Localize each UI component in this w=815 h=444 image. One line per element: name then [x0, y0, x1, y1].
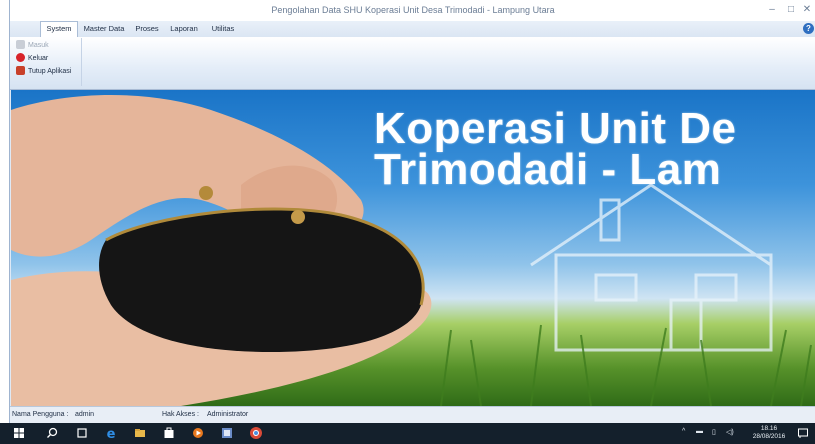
ribbon-tutup-aplikasi-label: Tutup Aplikasi	[28, 68, 72, 75]
app-icon[interactable]	[220, 426, 234, 440]
minimize-button[interactable]: –	[762, 2, 782, 18]
menu-system[interactable]: System	[40, 21, 78, 38]
clock-date: 28/08/2016	[752, 433, 786, 440]
start-icon[interactable]	[12, 426, 26, 440]
menu-proses[interactable]: Proses	[132, 22, 162, 36]
edge-icon[interactable]: e	[104, 426, 118, 440]
banner-line-1: Koperasi Unit De	[374, 104, 737, 153]
login-icon	[16, 40, 25, 49]
clock[interactable]: 18.16 28/08/2016	[745, 425, 793, 441]
status-access-value: Administrator	[207, 411, 249, 418]
explorer-icon[interactable]	[133, 426, 147, 440]
menu-bar: System Master Data Proses Laporan Utilit…	[10, 21, 815, 38]
chrome-icon[interactable]	[249, 426, 263, 440]
ribbon-tutup-aplikasi-button[interactable]: Tutup Aplikasi	[16, 66, 71, 78]
app-window: Pengolahan Data SHU Koperasi Unit Desa T…	[9, 0, 815, 424]
notification-icon[interactable]	[796, 426, 810, 440]
help-icon[interactable]: ?	[803, 23, 814, 34]
task-view-icon[interactable]	[75, 426, 89, 440]
menu-master-data[interactable]: Master Data	[80, 22, 128, 36]
ribbon-keluar-label: Keluar	[28, 55, 49, 62]
media-icon[interactable]	[191, 426, 205, 440]
menu-laporan[interactable]: Laporan	[166, 22, 202, 36]
status-user-label: Nama Pengguna :	[12, 411, 69, 418]
banner-line-2: Trimodadi - Lam	[374, 145, 722, 194]
grass	[440, 324, 812, 406]
clock-time: 18.16	[760, 425, 778, 432]
title-bar: Pengolahan Data SHU Koperasi Unit Desa T…	[10, 0, 815, 21]
close-app-icon	[16, 66, 25, 75]
close-button[interactable]: ✕	[797, 2, 815, 18]
svg-text:e: e	[107, 427, 116, 440]
logout-icon	[16, 53, 25, 62]
menu-utilitas[interactable]: Utilitas	[206, 22, 240, 36]
taskbar: e ^ ▬ ▯ ◁) 18.16 28/08/2016	[0, 423, 815, 444]
store-icon[interactable]	[162, 426, 176, 440]
ribbon: Masuk Keluar Tutup Aplikasi	[10, 37, 815, 90]
network-icon[interactable]: ▬	[696, 428, 703, 435]
banner-text: Koperasi Unit De Trimodadi - Lam	[374, 104, 737, 194]
battery-icon[interactable]: ▯	[712, 428, 716, 436]
ribbon-masuk-label: Masuk	[28, 42, 49, 49]
house-illustration	[530, 183, 773, 352]
ribbon-masuk-button[interactable]: Masuk	[16, 40, 49, 52]
ribbon-keluar-button[interactable]: Keluar	[16, 53, 48, 65]
status-access-label: Hak Akses :	[162, 411, 199, 418]
volume-icon[interactable]: ◁)	[726, 428, 734, 436]
search-icon[interactable]	[45, 426, 59, 440]
status-user-value: admin	[75, 411, 95, 418]
window-title: Pengolahan Data SHU Koperasi Unit Desa T…	[271, 5, 555, 15]
main-content: Koperasi Unit De Trimodadi - Lam	[11, 90, 815, 406]
wallet-illustration	[99, 186, 425, 352]
tray-chevron-icon[interactable]: ^	[682, 428, 685, 435]
status-bar: Nama Pengguna : admin Hak Akses : Admini…	[10, 406, 815, 424]
ribbon-group-system: Masuk Keluar Tutup Aplikasi	[13, 38, 82, 86]
